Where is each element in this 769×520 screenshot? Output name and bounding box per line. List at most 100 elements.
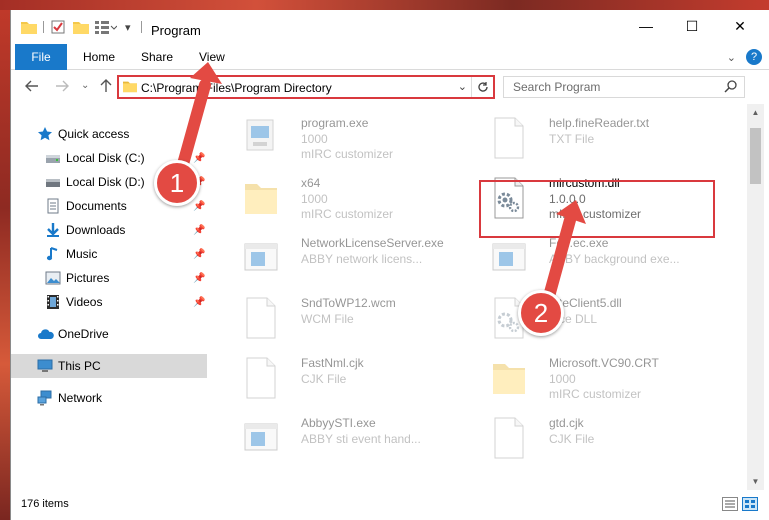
file-item-program-exe[interactable]: program.exe 1000 mIRC customizer (221, 110, 461, 166)
close-button[interactable]: ✕ (717, 10, 763, 42)
sidebar-item-label: Local Disk (C:) (66, 151, 145, 165)
drive-icon (45, 174, 61, 190)
sidebar-item-label: Music (66, 247, 98, 261)
file-detail: mIRC customizer (301, 207, 394, 221)
sidebar-item-label: Documents (66, 199, 127, 213)
file-name: x64 (301, 176, 321, 190)
file-detail: ABBY sti event hand... (301, 432, 421, 446)
tab-share[interactable]: Share (141, 44, 173, 70)
file-detail: WCM File (301, 312, 354, 326)
file-item-client5-dll[interactable]: ...teClient5.dll ...ce DLL (469, 290, 709, 346)
sidebar-item-label: Videos (66, 295, 103, 309)
scroll-up-icon[interactable]: ▲ (747, 104, 764, 121)
sidebar-item-onedrive[interactable]: OneDrive (11, 322, 207, 346)
file-detail: TXT File (549, 132, 595, 146)
address-path[interactable]: C:\Program Files\Program Directory (141, 81, 332, 95)
blank-file-icon (241, 296, 281, 340)
expand-ribbon-icon[interactable]: ⌄ (727, 51, 736, 64)
folder-icon (123, 79, 137, 96)
search-icon[interactable] (724, 79, 738, 96)
title-bar: ▾ Program — ☐ ✕ (11, 10, 769, 44)
computer-icon (37, 358, 53, 374)
dropdown-arrow-icon[interactable]: ▾ (125, 19, 131, 35)
file-detail: mIRC customizer (549, 387, 642, 401)
sidebar-item-quick-access[interactable]: Quick access (11, 122, 207, 146)
search-box[interactable] (503, 76, 745, 98)
tab-view[interactable]: View (199, 44, 225, 70)
large-icons-view-icon[interactable] (742, 497, 758, 514)
app-window-icon (489, 236, 529, 280)
search-input[interactable] (504, 77, 714, 97)
file-name: Fe...ec.exe (549, 236, 609, 250)
music-icon (45, 246, 61, 262)
address-bar[interactable]: C:\Program Files\Program Directory ⌄ (117, 75, 495, 99)
details-view-icon[interactable] (722, 497, 738, 514)
new-folder-icon[interactable] (73, 19, 89, 35)
cloud-icon (37, 326, 54, 342)
pin-icon[interactable]: 📌 (193, 201, 205, 212)
ribbon-tabs: File Home Share View ⌄ ? (11, 44, 769, 70)
sidebar-item-music[interactable]: Music 📌 (11, 242, 207, 266)
step-1-badge: 1 (154, 160, 200, 206)
forward-arrow-icon[interactable] (55, 79, 69, 96)
file-name: gtd.cjk (549, 416, 584, 430)
file-item-networklicenseserver[interactable]: NetworkLicenseServer.exe ABBY network li… (221, 230, 461, 286)
drive-icon (45, 150, 61, 166)
file-explorer-window: ▾ Program — ☐ ✕ File Home Share View ⌄ ?… (10, 10, 769, 520)
file-detail: ABBY background exe... (549, 252, 680, 266)
back-arrow-icon[interactable] (25, 79, 39, 96)
sidebar-item-label: Pictures (66, 271, 110, 285)
folder-icon (21, 19, 37, 35)
file-name: SndToWP12.wcm (301, 296, 396, 310)
help-icon[interactable]: ? (746, 49, 762, 65)
file-item-fe-exe[interactable]: Fe...ec.exe ABBY background exe... (469, 230, 709, 286)
recent-locations-icon[interactable]: ⌄ (81, 80, 89, 91)
file-item-fastnml[interactable]: FastNml.cjk CJK File (221, 350, 461, 406)
sidebar-item-label: Local Disk (D:) (66, 175, 145, 189)
pin-icon[interactable]: 📌 (193, 153, 205, 164)
sidebar-item-label: OneDrive (58, 327, 109, 341)
properties-icon[interactable] (51, 19, 65, 35)
videos-icon (45, 294, 61, 310)
tab-home[interactable]: Home (83, 44, 115, 70)
pin-icon[interactable]: 📌 (193, 249, 205, 260)
file-item-abbyysti[interactable]: AbbyySTI.exe ABBY sti event hand... (221, 410, 461, 466)
file-name: help.fineReader.txt (549, 116, 650, 130)
tab-file[interactable]: File (15, 44, 67, 70)
minimize-button[interactable]: — (623, 10, 669, 42)
sidebar-item-network[interactable]: Network (11, 386, 207, 410)
file-item-gtd-cjk[interactable]: gtd.cjk CJK File (469, 410, 709, 466)
sidebar-item-videos[interactable]: Videos 📌 (11, 290, 207, 314)
text-file-icon (489, 116, 529, 160)
sidebar-item-this-pc[interactable]: This PC (11, 354, 207, 378)
star-icon (37, 126, 53, 142)
exe-icon (241, 116, 281, 160)
pin-icon[interactable]: 📌 (193, 225, 205, 236)
app-window-icon (241, 416, 281, 460)
pin-icon[interactable]: 📌 (193, 273, 205, 284)
file-detail: 1000 (301, 192, 328, 206)
sidebar-item-pictures[interactable]: Pictures 📌 (11, 266, 207, 290)
folder-icon (489, 356, 529, 400)
customize-toolbar-icon[interactable] (95, 19, 117, 35)
sidebar-item-downloads[interactable]: Downloads 📌 (11, 218, 207, 242)
app-window-icon (241, 236, 281, 280)
chevron-down-icon[interactable]: ⌄ (458, 80, 467, 93)
window-title: Program (151, 23, 201, 38)
up-arrow-icon[interactable] (99, 79, 113, 96)
pin-icon[interactable]: 📌 (193, 297, 205, 308)
folder-item-microsoft-vc90[interactable]: Microsoft.VC90.CRT 1000 mIRC customizer (469, 350, 709, 406)
pictures-icon (45, 270, 61, 286)
sidebar-item-label: Quick access (58, 127, 130, 141)
scroll-thumb[interactable] (750, 128, 761, 184)
status-bar: 176 items (11, 490, 769, 520)
folder-icon (241, 176, 281, 220)
folder-item-x64[interactable]: x64 1000 mIRC customizer (221, 170, 461, 226)
file-item-sndtowp12[interactable]: SndToWP12.wcm WCM File (221, 290, 461, 346)
maximize-button[interactable]: ☐ (669, 10, 715, 42)
file-item-help-txt[interactable]: help.fineReader.txt TXT File (469, 110, 709, 166)
refresh-icon[interactable] (471, 77, 493, 97)
scroll-down-icon[interactable]: ▼ (747, 473, 764, 490)
vertical-scrollbar[interactable]: ▲ ▼ (747, 104, 764, 490)
file-name: AbbyySTI.exe (301, 416, 376, 430)
